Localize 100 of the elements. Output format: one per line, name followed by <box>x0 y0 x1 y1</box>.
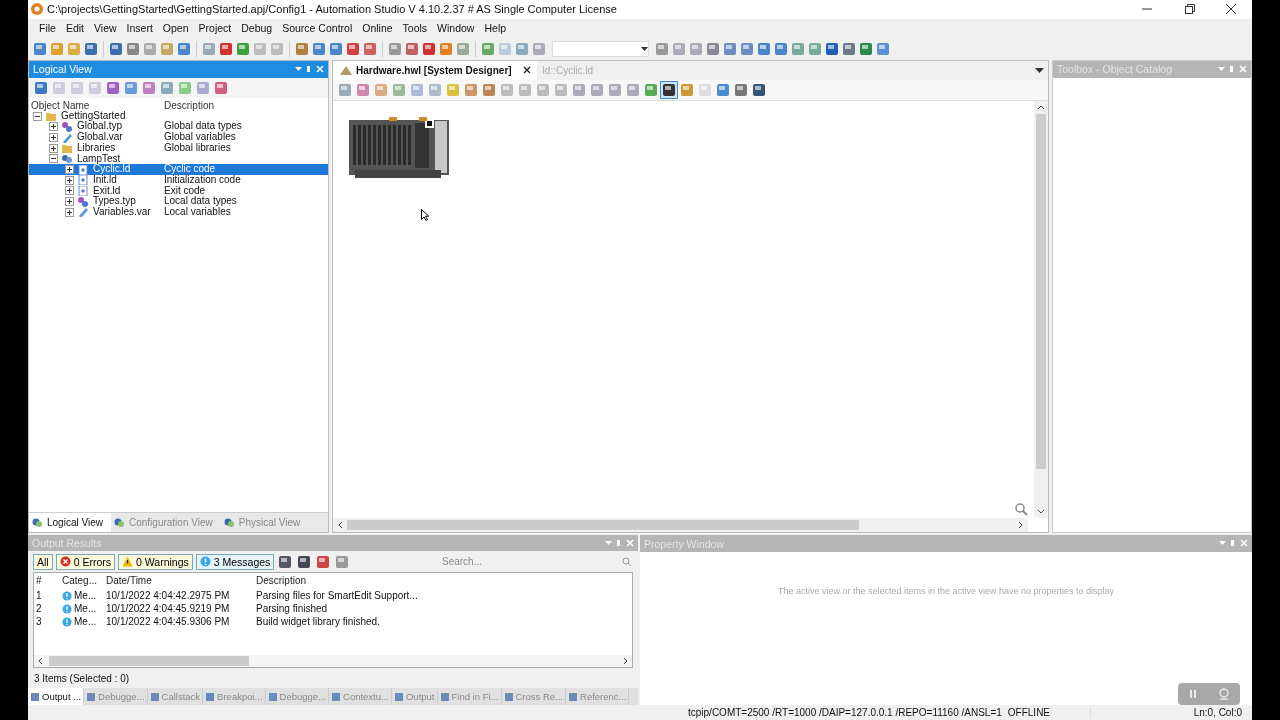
tree-row[interactable]: Cyclic.ld Cyclic code <box>29 164 328 175</box>
menu-item[interactable]: Source Control <box>277 22 358 35</box>
tree-row[interactable]: Variables.var Local variables <box>29 207 328 218</box>
search-field[interactable]: Search... <box>436 555 622 569</box>
toolbar-icon[interactable] <box>296 553 313 570</box>
expand-icon[interactable] <box>65 186 74 196</box>
warning-icon <box>122 556 133 568</box>
scroll-left-icon[interactable] <box>37 657 43 665</box>
panel-controls-icon[interactable] <box>294 64 324 74</box>
window-icon <box>439 691 450 702</box>
object-name: Cyclic.ld <box>93 164 131 175</box>
column-header: Categ... <box>62 574 99 589</box>
vertical-scrollbar[interactable] <box>1034 100 1048 519</box>
info-icon <box>62 603 72 614</box>
tree-row[interactable]: Global.typ Global data types <box>29 121 328 133</box>
window-icon <box>331 691 341 702</box>
search-icon[interactable] <box>622 556 632 567</box>
window-icon <box>267 691 278 702</box>
window-title: C:\projects\GettingStarted\GettingStarted.apj/Config1 - Automation Studio V 4.10.2.37 # AS Single Computer License <box>47 3 618 16</box>
code-icon <box>78 185 88 196</box>
panel-tab[interactable]: Output ... <box>28 688 85 706</box>
video-controls-overlay[interactable] <box>1178 683 1240 706</box>
object-description: Exit code <box>164 185 207 196</box>
toolbar-icon[interactable] <box>345 40 361 57</box>
object-description: Cyclic code <box>164 164 217 175</box>
folder-icon <box>62 143 72 154</box>
tree-row[interactable]: LampTest <box>29 153 328 165</box>
caret-icon[interactable] <box>1035 67 1044 73</box>
expand-icon[interactable] <box>65 165 74 175</box>
expand-icon[interactable] <box>65 207 74 217</box>
menu-item[interactable]: Debug <box>236 22 278 35</box>
scroll-left-icon[interactable] <box>337 521 343 530</box>
close-icon[interactable] <box>1223 3 1239 16</box>
plc-module-drawing[interactable] <box>349 114 449 180</box>
column-header: Object Name <box>31 99 91 111</box>
expand-icon[interactable] <box>65 197 74 207</box>
toolbar-icon[interactable] <box>733 81 749 98</box>
designer-icon <box>339 64 353 77</box>
scroll-up-icon[interactable] <box>1037 103 1045 110</box>
object-description: Global data types <box>164 121 243 133</box>
tree-row[interactable]: Types.typ Local data types <box>29 196 328 207</box>
toolbar-icon[interactable] <box>421 40 437 57</box>
expand-icon[interactable] <box>49 133 58 142</box>
filter-button[interactable]: 0 Warnings <box>118 553 193 570</box>
menu-item[interactable]: Online <box>357 22 398 35</box>
table-cell-text: 3 <box>36 615 43 629</box>
object-name: Variables.var <box>93 207 151 218</box>
collapse-icon[interactable] <box>33 111 42 121</box>
error-icon <box>59 556 71 568</box>
object-name: Global.typ <box>77 121 123 133</box>
panel-controls-icon[interactable] <box>1218 539 1248 549</box>
tree-row[interactable]: Global.var Global variables <box>29 132 328 143</box>
toolbar-icon[interactable] <box>824 40 840 57</box>
toolbar-icon[interactable] <box>315 553 332 570</box>
window-icon <box>30 691 40 702</box>
expand-icon[interactable] <box>49 122 58 132</box>
toolbar-icon[interactable] <box>277 553 294 570</box>
expand-icon[interactable] <box>65 175 74 185</box>
tree-row[interactable]: Exit.ld Exit code <box>29 185 328 197</box>
toolbar-icon[interactable] <box>108 40 124 57</box>
toolbar-icon[interactable] <box>661 81 677 98</box>
close-icon[interactable] <box>522 66 531 75</box>
tree-row[interactable]: Libraries Global libraries <box>29 142 328 154</box>
scroll-down-icon[interactable] <box>1037 509 1045 516</box>
view-tab[interactable]: Logical View <box>29 513 111 533</box>
panel-controls-icon[interactable] <box>604 538 634 548</box>
object-description: Initialization code <box>164 174 242 186</box>
scroll-right-icon[interactable] <box>623 657 629 665</box>
tree-row[interactable]: GettingStarted <box>29 110 328 122</box>
item-count: 3 Items (Selected : 0) <box>33 672 131 686</box>
filter-button[interactable]: All <box>33 553 53 570</box>
menu-item[interactable]: File <box>34 22 61 35</box>
menu-item[interactable]: Tools <box>397 22 433 35</box>
toolbar-icon[interactable] <box>83 40 99 57</box>
view-icon <box>113 517 125 529</box>
menu-item[interactable]: Insert <box>121 22 158 35</box>
pause-icon[interactable] <box>1188 689 1198 700</box>
tree-row[interactable]: Init.ld Initialization code <box>29 174 328 186</box>
panel-controls-icon[interactable] <box>1217 64 1247 74</box>
collapse-icon[interactable] <box>49 154 58 164</box>
menu-item[interactable]: Edit <box>60 22 89 35</box>
filter-button[interactable]: 0 Errors <box>55 553 115 570</box>
horizontal-scrollbar[interactable] <box>333 518 1028 533</box>
menu-item[interactable]: Window <box>432 22 480 35</box>
document-tab[interactable]: Hardware.hwl [System Designer] <box>333 60 537 80</box>
object-name: Global.var <box>77 132 123 143</box>
toolbar-icon[interactable] <box>751 81 767 98</box>
menu-item[interactable]: Open <box>157 22 194 35</box>
table-cell-text: Parsing files for SmartEdit Support... <box>256 589 419 603</box>
menu-item[interactable]: View <box>89 22 122 35</box>
horizontal-scrollbar[interactable] <box>34 655 632 667</box>
scroll-right-icon[interactable] <box>1018 521 1024 530</box>
window-icon <box>86 691 97 702</box>
panel-title: Logical View <box>33 63 93 76</box>
expand-icon[interactable] <box>49 143 58 153</box>
window-icon <box>205 691 216 702</box>
menu-item[interactable]: Project <box>193 22 237 35</box>
toolbar-icon[interactable] <box>218 40 234 57</box>
menu-item[interactable]: Help <box>479 22 512 35</box>
filter-button[interactable]: 3 Messages <box>195 553 275 570</box>
